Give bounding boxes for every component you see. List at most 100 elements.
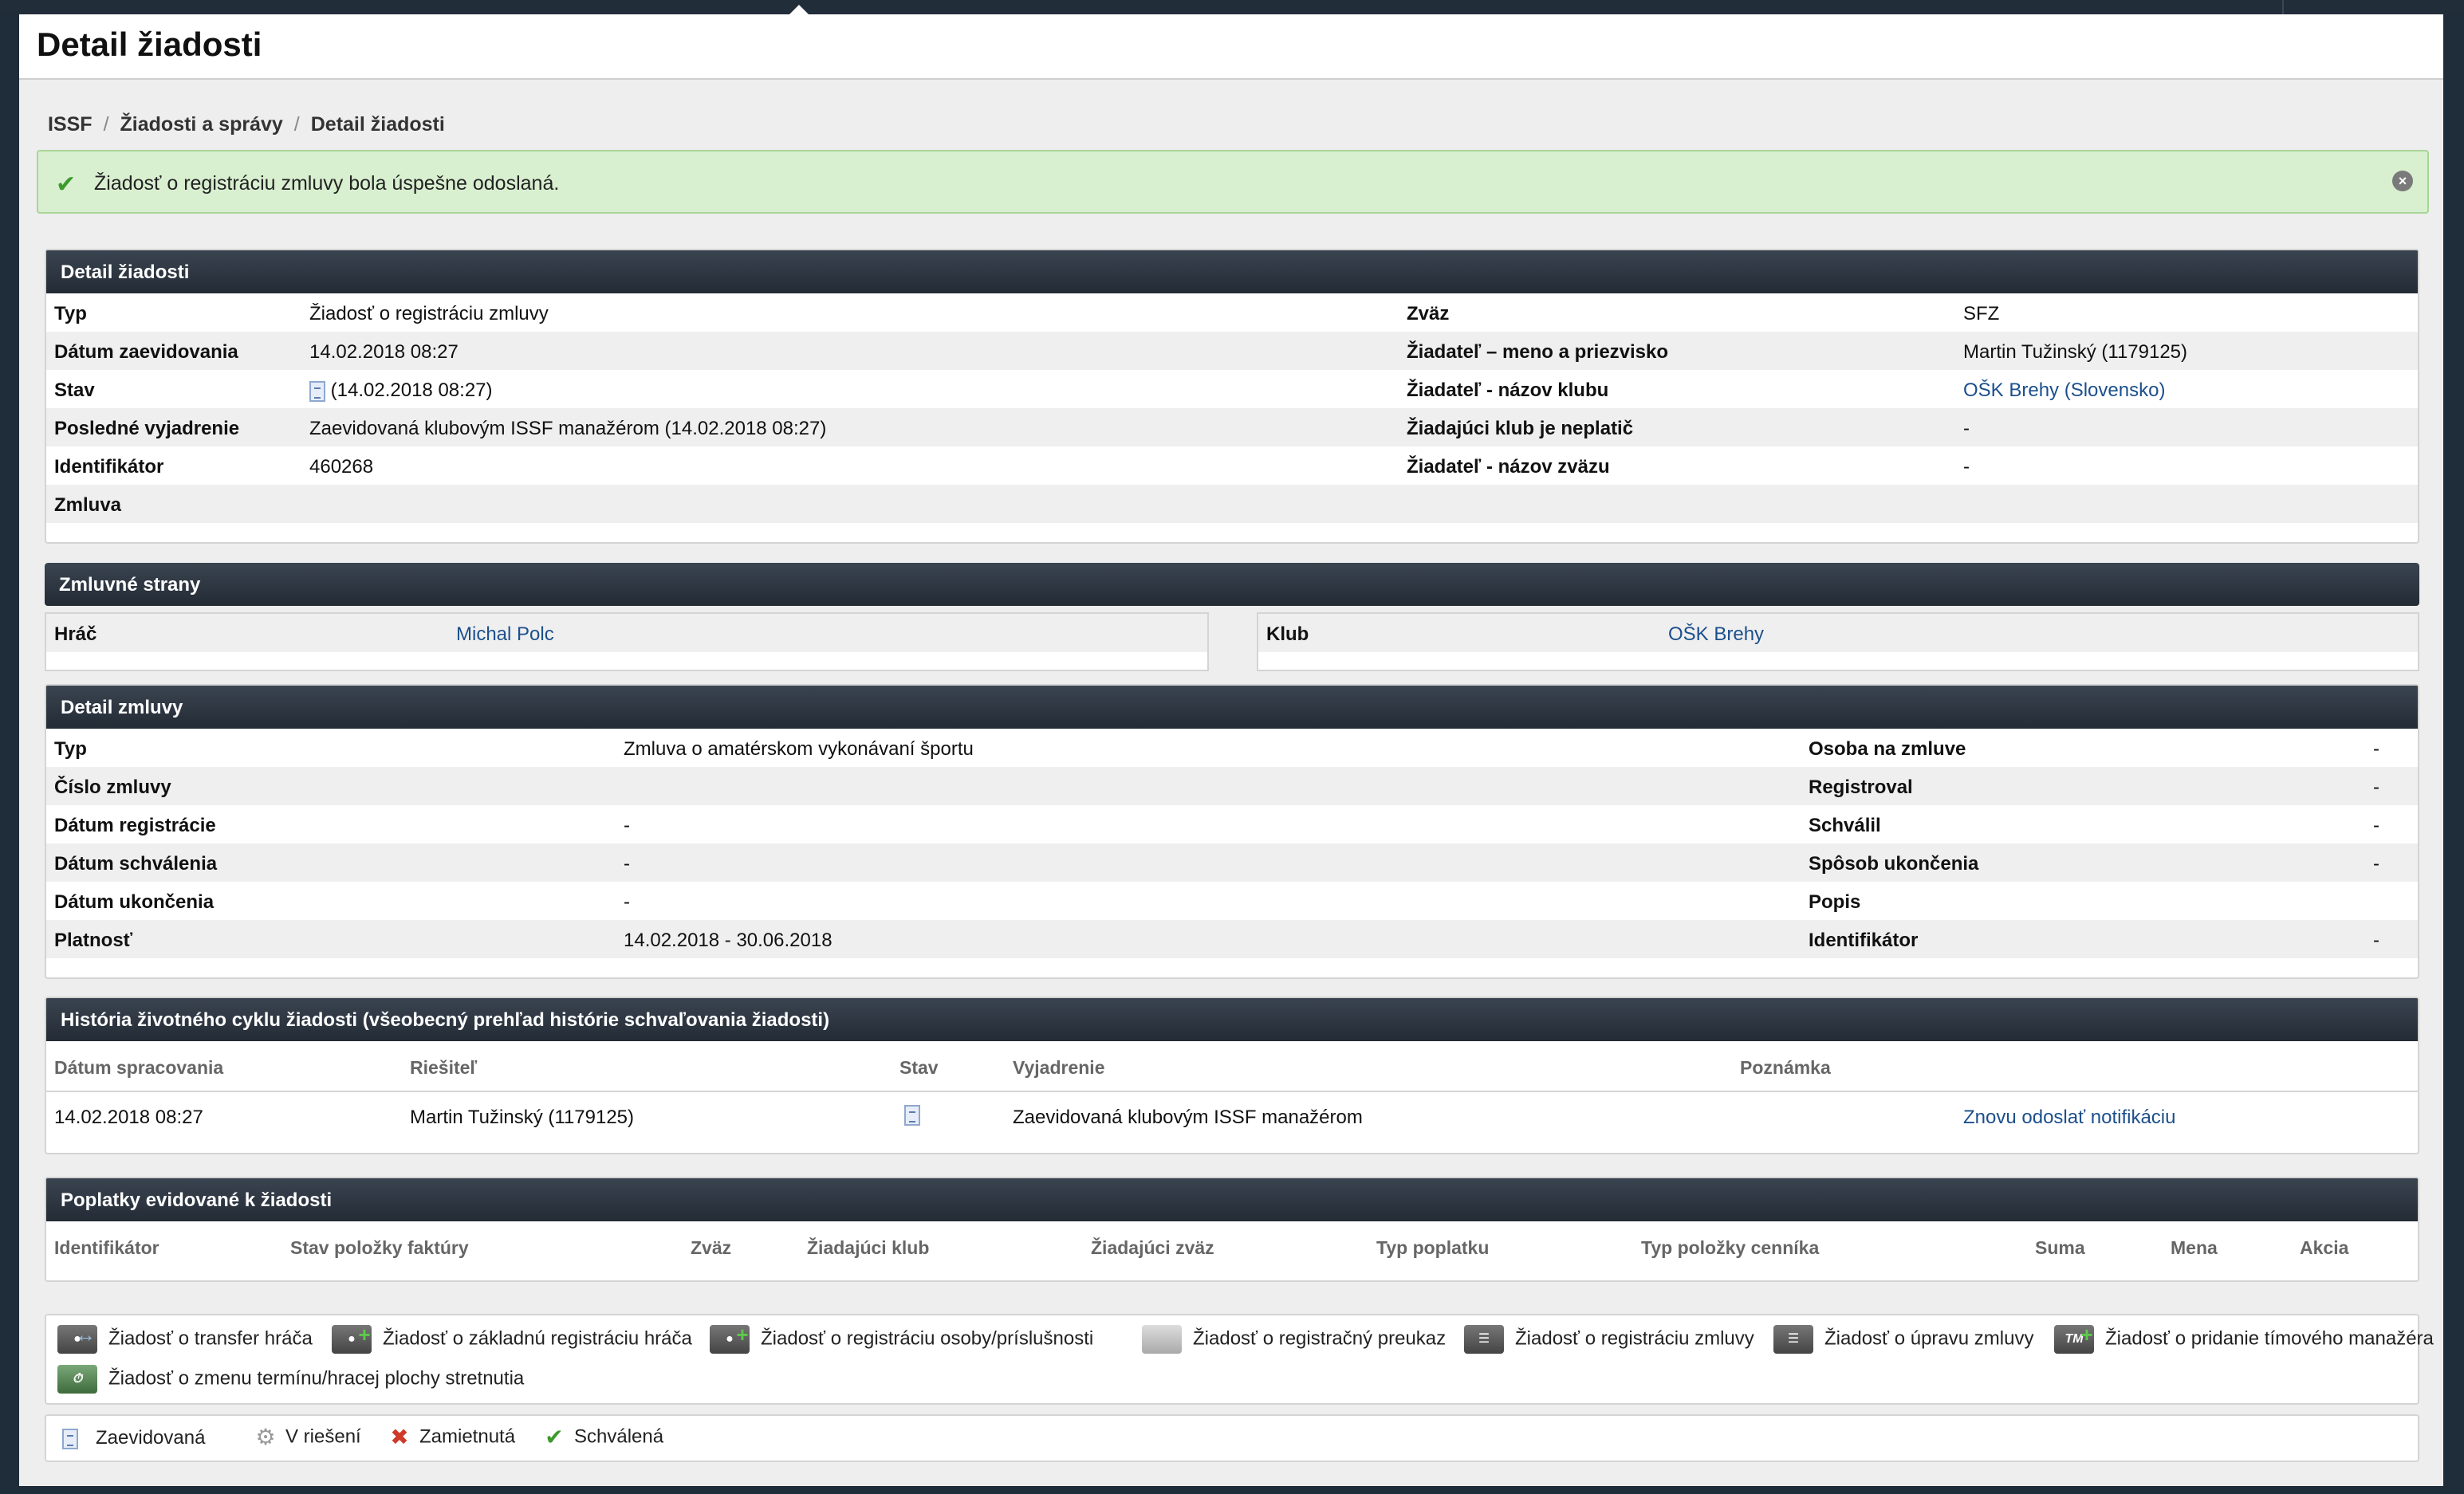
field-value: - <box>2373 776 2379 798</box>
field-value: SFZ <box>1963 303 2000 324</box>
alert-message: Žiadosť o registráciu zmluvy bola úspešn… <box>94 172 560 195</box>
column-header: Typ položky cenníka <box>1641 1237 1820 1258</box>
top-bar-notch <box>789 5 809 14</box>
document-icon <box>309 380 325 402</box>
document-icon <box>62 1428 78 1449</box>
field-value: Martin Tužinský (1179125) <box>1963 341 2188 363</box>
breadcrumb-separator: / <box>293 113 300 136</box>
breadcrumb-item-requests[interactable]: Žiadosti a správy <box>120 113 283 136</box>
close-icon[interactable]: × <box>2392 171 2413 191</box>
breadcrumb-separator: / <box>103 113 109 136</box>
field-value: Žiadosť o registráciu zmluvy <box>309 303 549 324</box>
detail-row: Posledné vyjadrenie Zaevidovaná klubovým… <box>46 408 2418 446</box>
contract-edit-icon: ☰ <box>1773 1325 1813 1354</box>
panel-heading: Zmluvné strany <box>45 563 2419 606</box>
field-label: Číslo zmluvy <box>54 776 171 798</box>
legend-item: ⏱ Žiadosť o zmenu termínu/hracej plochy s… <box>57 1365 524 1394</box>
cell-status <box>904 1103 920 1126</box>
request-detail-panel: Detail žiadosti Typ Žiadosť o registráci… <box>45 249 2419 544</box>
breadcrumb-item-current: Detail žiadosti <box>310 113 445 136</box>
top-bar <box>0 0 2464 14</box>
field-label: Zväz <box>1407 303 1450 324</box>
panel-heading: História životného cyklu žiadosti (všeob… <box>46 998 2418 1041</box>
field-label: Dátum schválenia <box>54 853 218 875</box>
detail-row: Dátum registrácie - Schválil - <box>46 805 2418 843</box>
fees-panel: Poplatky evidované k žiadosti Identifiká… <box>45 1177 2419 1282</box>
contract-detail-panel: Detail zmluvy Typ Zmluva o amatérskom vy… <box>45 684 2419 979</box>
column-header: Stav <box>899 1057 939 1078</box>
player-link[interactable]: Michal Polc <box>456 623 554 646</box>
field-label: Dátum registrácie <box>54 815 216 836</box>
column-header: Suma <box>2035 1237 2085 1258</box>
column-header: Zväz <box>691 1237 732 1258</box>
field-label: Identifikátor <box>1809 930 1919 951</box>
column-header: Stav položky faktúry <box>290 1237 469 1258</box>
page-title: Detail žiadosti <box>37 26 262 63</box>
column-header: Žiadajúci klub <box>807 1237 930 1258</box>
field-value: - <box>1963 418 1970 439</box>
gear-icon: ⚙ <box>255 1425 276 1449</box>
club-party: Klub OŠK Brehy <box>1257 612 2419 671</box>
resend-notification-link[interactable]: Znovu odoslať notifikáciu <box>1963 1107 2175 1129</box>
detail-row: Platnosť 14.02.2018 - 30.06.2018 Identif… <box>46 920 2418 958</box>
detail-row: Stav (14.02.2018 08:27) Žiadateľ - názov… <box>46 370 2418 408</box>
field-value: - <box>624 853 630 875</box>
cell-statement: Zaevidovaná klubovým ISSF manažérom <box>1013 1107 1363 1128</box>
table-header: Dátum spracovania Riešiteľ Stav Vyjadren… <box>46 1041 2418 1092</box>
field-label: Žiadateľ - názov zväzu <box>1407 456 1610 478</box>
field-value: Zaevidovaná klubovým ISSF manažérom (14.… <box>309 418 827 439</box>
column-header: Mena <box>2171 1237 2218 1258</box>
success-alert: ✔ Žiadosť o registráciu zmluvy bola úspe… <box>37 150 2429 214</box>
detail-row: Zmluva <box>46 485 2418 523</box>
field-label: Typ <box>54 303 87 324</box>
legend-item: ✔ Schválená <box>545 1425 664 1449</box>
detail-row: Identifikátor 460268 Žiadateľ - názov zv… <box>46 446 2418 485</box>
legend-item: Zaevidovaná <box>62 1427 205 1449</box>
column-header: Riešiteľ <box>410 1057 478 1078</box>
schedule-change-icon: ⏱ <box>57 1365 97 1394</box>
contract-parties-panel: Zmluvné strany Hráč Michal Polc Klub OŠK… <box>45 563 2419 690</box>
legend-item: ● ↔ Žiadosť o transfer hráča <box>57 1323 313 1354</box>
field-value: - <box>2373 930 2379 951</box>
panel-heading: Detail zmluvy <box>46 686 2418 729</box>
cell-date: 14.02.2018 08:27 <box>54 1107 203 1128</box>
field-label: Dátum ukončenia <box>54 891 215 913</box>
panel-heading: Poplatky evidované k žiadosti <box>46 1178 2418 1221</box>
legend-item: TM + Žiadosť o pridanie tímového manažéra <box>2054 1323 2434 1354</box>
breadcrumb-item-issf[interactable]: ISSF <box>48 113 92 136</box>
field-label: Typ <box>54 738 87 760</box>
column-header: Poznámka <box>1740 1057 1831 1078</box>
detail-row: Typ Žiadosť o registráciu zmluvy Zväz SF… <box>46 293 2418 332</box>
field-value: 14.02.2018 - 30.06.2018 <box>624 930 832 951</box>
field-label: Schválil <box>1809 815 1881 836</box>
field-label: Hráč <box>54 623 97 645</box>
user-add-icon: ● + <box>332 1323 372 1354</box>
title-bar: Detail žiadosti <box>19 14 2443 80</box>
table-row: 14.02.2018 08:27 Martin Tužinský (117912… <box>46 1092 2418 1143</box>
field-label: Stav <box>54 379 95 401</box>
legend-item: ☰ Žiadosť o úpravu zmluvy <box>1773 1325 2033 1354</box>
field-value: (14.02.2018 08:27) <box>309 379 493 402</box>
field-value: - <box>624 815 630 836</box>
field-label: Spôsob ukončenia <box>1809 853 1979 875</box>
legend-item: ✖ Zamietnutá <box>390 1425 516 1449</box>
field-value: - <box>1963 456 1970 478</box>
team-manager-icon: TM + <box>2054 1323 2094 1354</box>
field-value: - <box>624 891 630 913</box>
club-link[interactable]: OŠK Brehy <box>1668 623 1764 646</box>
cross-icon: ✖ <box>390 1425 409 1449</box>
panel-heading: Detail žiadosti <box>46 250 2418 293</box>
player-party: Hráč Michal Polc <box>45 612 1209 671</box>
field-value: 14.02.2018 08:27 <box>309 341 459 363</box>
field-label: Žiadateľ – meno a priezvisko <box>1407 341 1669 363</box>
check-icon: ✔ <box>545 1425 564 1449</box>
content-frame: Detail žiadosti ISSF / Žiadosti a správy / D… <box>19 14 2443 1486</box>
table-header: Identifikátor Stav položky faktúry Zväz … <box>46 1221 2418 1272</box>
detail-row: Dátum zaevidovania 14.02.2018 08:27 Žiad… <box>46 332 2418 370</box>
field-label: Žiadateľ - názov klubu <box>1407 379 1609 401</box>
legend-item: Žiadosť o registračný preukaz <box>1142 1325 1446 1354</box>
field-label: Zmluva <box>54 494 122 516</box>
status-legend: Zaevidovaná ⚙ V riešení ✖ Zamietnutá ✔ Schv… <box>45 1414 2419 1462</box>
applicant-club-link[interactable]: OŠK Brehy (Slovensko) <box>1963 379 2165 402</box>
field-label: Klub <box>1266 623 1309 645</box>
